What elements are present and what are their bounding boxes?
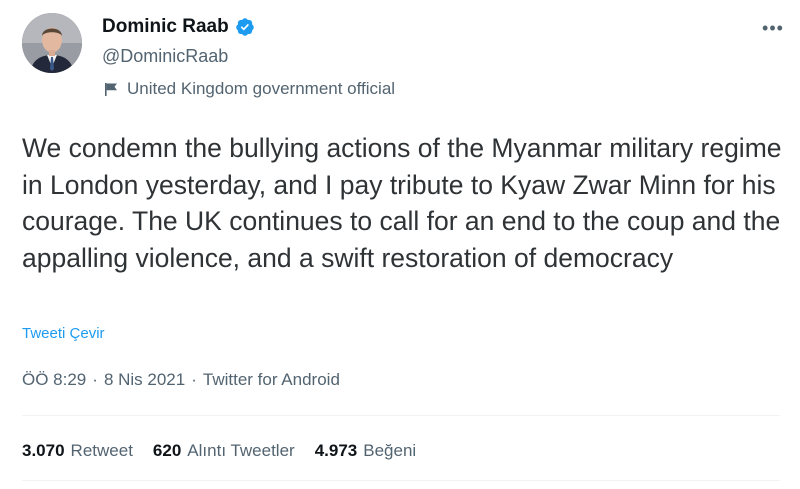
retweet-number: 3.070 xyxy=(22,441,65,460)
meta-separator: · xyxy=(191,370,197,389)
quote-label: Alıntı Tweetler xyxy=(187,441,295,460)
flag-icon xyxy=(104,82,119,97)
avatar[interactable] xyxy=(22,13,82,73)
tweet-card: ••• Dominic Raab @DominicRaab United Kin… xyxy=(0,0,800,489)
meta-separator: · xyxy=(92,370,98,389)
like-label: Beğeni xyxy=(363,441,417,460)
tweet-date[interactable]: 8 Nis 2021 xyxy=(104,370,185,390)
like-number: 4.973 xyxy=(314,441,358,460)
government-label: United Kingdom government official xyxy=(104,79,395,99)
tweet-text: We condemn the bullying actions of the M… xyxy=(22,133,782,273)
like-count[interactable]: 4.973 Beğeni xyxy=(315,441,416,461)
more-options-icon[interactable]: ••• xyxy=(758,18,788,38)
tweet-source[interactable]: Twitter for Android xyxy=(203,370,340,390)
retweet-label: Retweet xyxy=(70,441,133,460)
translate-tweet-link[interactable]: Tweeti Çevir xyxy=(22,325,105,342)
retweet-count[interactable]: 3.070 Retweet xyxy=(22,441,133,461)
author-name-row: Dominic Raab xyxy=(102,16,255,38)
author-handle[interactable]: @DominicRaab xyxy=(102,46,228,67)
verified-badge-icon xyxy=(235,17,255,37)
tweet-metadata: ÖÖ 8:29 · 8 Nis 2021 · Twitter for Andro… xyxy=(22,370,340,390)
quote-tweet-count[interactable]: 620 Alıntı Tweetler xyxy=(153,441,295,461)
tweet-time[interactable]: ÖÖ 8:29 xyxy=(22,370,86,390)
government-label-text: United Kingdom government official xyxy=(127,79,396,98)
author-name[interactable]: Dominic Raab xyxy=(102,16,229,38)
engagement-stats: 3.070 Retweet 620 Alıntı Tweetler 4.973 … xyxy=(22,441,416,461)
divider xyxy=(22,415,780,416)
profile-photo xyxy=(22,13,82,73)
quote-number: 620 xyxy=(152,441,182,460)
divider xyxy=(22,480,780,481)
